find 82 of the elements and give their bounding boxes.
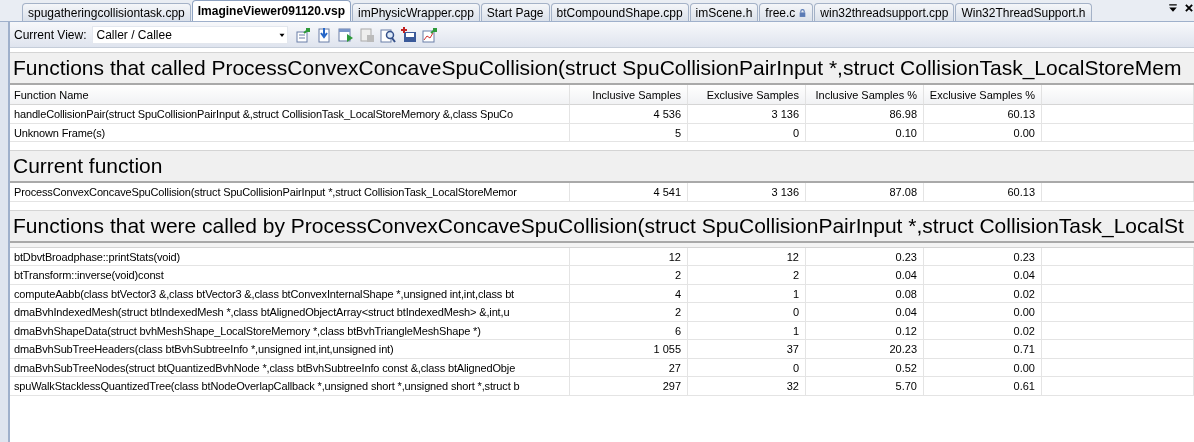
close-icon[interactable] — [1184, 3, 1194, 13]
document-tab[interactable]: Start Page — [480, 3, 550, 21]
column-header[interactable]: Exclusive Samples % — [924, 85, 1042, 105]
sample-cell: 0.04 — [924, 266, 1042, 285]
column-header[interactable]: Inclusive Samples — [570, 85, 688, 105]
sample-cell: 6 — [570, 321, 688, 340]
sample-cell: 32 — [688, 377, 806, 396]
sample-cell: 2 — [688, 266, 806, 285]
document-tab[interactable]: Win32ThreadSupport.h — [955, 3, 1092, 21]
sample-cell: 1 055 — [570, 340, 688, 359]
search-document-icon[interactable] — [380, 26, 397, 43]
function-name-cell: ProcessConvexConcaveSpuCollision(struct SpuCollisionPairInput *,struct CollisionTask_LocalStoreMemor — [10, 183, 570, 202]
sample-cell: 2 — [570, 303, 688, 322]
sample-cell: 0.71 — [924, 340, 1042, 359]
sample-cell: 0.04 — [806, 303, 924, 322]
sample-cell: 0.23 — [924, 247, 1042, 266]
sample-cell: 297 — [570, 377, 688, 396]
sample-cell: 0.10 — [806, 123, 924, 142]
sample-cell: 86.98 — [806, 105, 924, 124]
function-name-cell: dmaBvhSubTreeNodes(struct btQuantizedBvhNode *,class btBvhSubtreeInfo const &,class btAlignedObje — [10, 358, 570, 377]
sample-cell: 12 — [570, 247, 688, 266]
sample-cell: 4 536 — [570, 105, 688, 124]
section-heading: Functions that called ProcessConvexConcaveSpuCollision(struct SpuCollisionPairInput *,struct CollisionTask_LocalStoreMem — [10, 52, 1194, 85]
sample-cell: 0.61 — [924, 377, 1042, 396]
function-name-cell: dmaBvhSubTreeHeaders(class btBvhSubtreeInfo *,unsigned int,int,unsigned int) — [10, 340, 570, 359]
sample-cell: 0.04 — [806, 266, 924, 285]
sample-cell: 1 — [688, 321, 806, 340]
column-header[interactable]: Function Name — [10, 85, 570, 105]
document-tab[interactable]: free.c — [759, 3, 814, 21]
sample-cell: 60.13 — [924, 183, 1042, 202]
sample-cell: 3 136 — [688, 183, 806, 202]
sample-cell: 5 — [570, 123, 688, 142]
sample-cell: 0.08 — [806, 284, 924, 303]
forward-icon[interactable] — [338, 26, 355, 43]
sample-cell: 87.08 — [806, 183, 924, 202]
sample-cell: 20.23 — [806, 340, 924, 359]
sample-cell: 12 — [688, 247, 806, 266]
sample-cell: 60.13 — [924, 105, 1042, 124]
sample-cell: 0.02 — [924, 284, 1042, 303]
sample-cell: 0.00 — [924, 358, 1042, 377]
column-header[interactable]: Exclusive Samples — [688, 85, 806, 105]
sample-cell: 4 — [570, 284, 688, 303]
current-view-dropdown[interactable]: Caller / Callee — [92, 25, 289, 44]
document-tab[interactable]: imScene.h — [689, 3, 759, 21]
section-heading: Current function — [10, 150, 1194, 183]
sample-cell: 1 — [688, 284, 806, 303]
export-icon[interactable] — [296, 26, 313, 43]
current-view-label: Current View: — [14, 27, 87, 42]
sample-cell: 0 — [688, 303, 806, 322]
dropdown-icon[interactable] — [1168, 3, 1178, 13]
function-name-cell: btTransform::inverse(void)const — [10, 266, 570, 285]
document-tab[interactable]: ImagineViewer091120.vsp — [191, 0, 351, 21]
lock-icon[interactable] — [798, 7, 808, 18]
document-tab[interactable]: spugatheringcollisiontask.cpp — [22, 3, 191, 21]
document-tab[interactable]: imPhysicWrapper.cpp — [352, 3, 480, 21]
sample-cell: 0.02 — [924, 321, 1042, 340]
chart-export-icon[interactable] — [422, 26, 439, 43]
document-tab[interactable]: btCompoundShape.cpp — [550, 3, 689, 21]
sample-cell: 0.23 — [806, 247, 924, 266]
function-name-cell: dmaBvhIndexedMesh(struct btIndexedMesh *,class btAlignedObjectArray<struct btIndexedMesh> &,int,u — [10, 303, 570, 322]
sample-cell: 0.52 — [806, 358, 924, 377]
sample-cell: 3 136 — [688, 105, 806, 124]
sample-cell: 0 — [688, 358, 806, 377]
sample-cell: 0 — [688, 123, 806, 142]
save-icon[interactable] — [401, 26, 418, 43]
function-name-cell: btDbvtBroadphase::printStats(void) — [10, 247, 570, 266]
sample-cell: 37 — [688, 340, 806, 359]
sample-cell: 2 — [570, 266, 688, 285]
sample-cell: 5.70 — [806, 377, 924, 396]
column-header[interactable]: Inclusive Samples % — [806, 85, 924, 105]
function-name-cell: computeAabb(class btVector3 &,class btVector3 &,class btConvexInternalShape *,unsigned int,int,class bt — [10, 284, 570, 303]
function-name-cell: dmaBvhShapeData(struct bvhMeshShape_LocalStoreMemory *,class btBvhTriangleMeshShape *) — [10, 321, 570, 340]
sample-cell: 0.00 — [924, 123, 1042, 142]
sample-cell: 0.00 — [924, 303, 1042, 322]
sample-cell: 0.12 — [806, 321, 924, 340]
document-tab[interactable]: win32threadsupport.cpp — [814, 3, 955, 21]
section-heading: Functions that were called by ProcessConvexConcaveSpuCollision(struct SpuCollisionPairInput *,struct CollisionTask_LocalSt — [10, 209, 1194, 243]
function-name-cell: Unknown Frame(s) — [10, 123, 570, 142]
function-name-cell: handleCollisionPair(struct SpuCollisionPairInput &,struct CollisionTask_LocalStoreMemory &,class SpuCo — [10, 105, 570, 124]
sample-cell: 27 — [570, 358, 688, 377]
function-name-cell: spuWalkStacklessQuantizedTree(class btNodeOverlapCallback *,unsigned short *,unsigned short *,struct b — [10, 377, 570, 396]
sample-cell: 4 541 — [570, 183, 688, 202]
